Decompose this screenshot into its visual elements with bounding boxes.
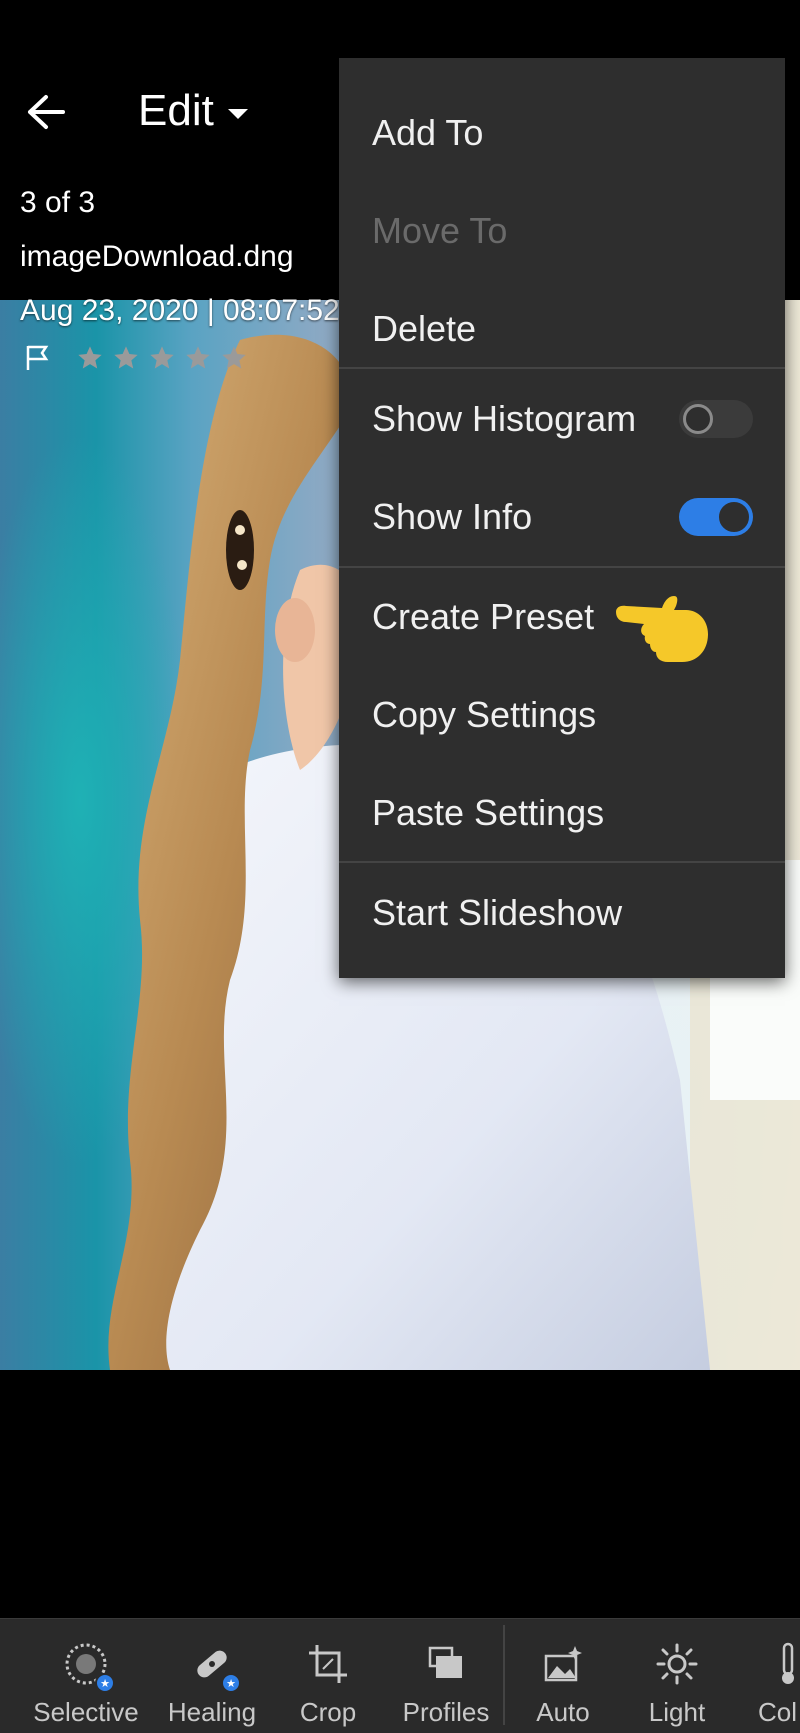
star-icon (186, 346, 210, 369)
tool-icon-wrap (421, 1639, 471, 1689)
tool-label: Col (758, 1697, 798, 1727)
menu-divider (339, 861, 785, 863)
menu-item-add-to[interactable]: Add To (339, 84, 785, 182)
star-icon (114, 346, 138, 369)
info-toggle[interactable] (679, 498, 753, 536)
menu-item-show-info[interactable]: Show Info (339, 468, 785, 566)
caret-down-icon (227, 109, 248, 119)
menu-item-label: Create Preset (372, 596, 595, 637)
menu-item-create-preset[interactable]: Create Preset (339, 568, 785, 666)
toggle-knob (683, 404, 713, 434)
crop-icon (309, 1645, 347, 1683)
rating-row (22, 342, 250, 374)
profiles-icon (428, 1646, 462, 1678)
photo-filename: imageDownload.dng (20, 240, 294, 273)
thermometer-icon (782, 1642, 794, 1684)
tool-auto[interactable]: Auto (530, 1619, 596, 1733)
star-icon (78, 346, 102, 369)
auto-icon (544, 1646, 582, 1682)
menu-item-start-slideshow[interactable]: Start Slideshow (339, 864, 785, 962)
menu-item-move-to: Move To (339, 182, 785, 280)
tool-label: Healing (167, 1697, 257, 1727)
menu-item-label: Show Info (372, 496, 533, 537)
tool-label: Auto (536, 1697, 590, 1727)
menu-item-label: Add To (372, 112, 484, 153)
menu-divider (339, 367, 785, 369)
premium-star-badge: ★ (221, 1673, 241, 1693)
overflow-menu: Add To Move To Delete Show Histogram Sho… (339, 58, 785, 978)
photo-count: 3 of 3 (20, 186, 96, 219)
edit-mode-dropdown[interactable]: Edit (138, 86, 248, 136)
pointing-hand-icon (616, 596, 708, 662)
menu-item-paste-settings[interactable]: Paste Settings (339, 764, 785, 862)
edit-toolbar: ★ Selective ★ Healing Crop Profiles Auto… (0, 1618, 800, 1733)
tool-icon-wrap (538, 1639, 588, 1689)
menu-item-label: Paste Settings (372, 792, 605, 833)
histogram-toggle[interactable] (679, 400, 753, 438)
flag-button[interactable] (22, 343, 52, 373)
tool-icon-wrap (758, 1639, 800, 1689)
flag-icon (26, 345, 49, 370)
tool-icon-wrap (652, 1639, 702, 1689)
tool-icon-wrap (303, 1639, 353, 1689)
star-5[interactable] (218, 342, 250, 374)
photo-datetime: Aug 23, 2020 | 08:07:52 (20, 294, 340, 327)
back-button[interactable] (22, 88, 70, 136)
menu-item-label: Start Slideshow (372, 892, 623, 933)
premium-star-badge: ★ (95, 1673, 115, 1693)
tool-label: Crop (299, 1697, 357, 1727)
tool-healing[interactable]: ★ Healing (160, 1619, 264, 1733)
toggle-knob (719, 502, 749, 532)
tool-label: Profiles (402, 1697, 490, 1727)
star-1[interactable] (74, 342, 106, 374)
tool-crop[interactable]: Crop (290, 1619, 366, 1733)
star-icon (222, 346, 246, 369)
page-title: Edit (138, 86, 214, 135)
tool-selective[interactable]: ★ Selective (28, 1619, 144, 1733)
menu-item-label: Copy Settings (372, 694, 597, 735)
star-2[interactable] (110, 342, 142, 374)
tool-label: Selective (33, 1697, 139, 1727)
star-3[interactable] (146, 342, 178, 374)
toolbar-separator (503, 1625, 505, 1725)
menu-item-label: Move To (372, 210, 508, 251)
star-4[interactable] (182, 342, 214, 374)
menu-item-label: Show Histogram (372, 398, 637, 439)
tool-icon-wrap: ★ (61, 1639, 115, 1693)
tool-profiles[interactable]: Profiles (398, 1619, 494, 1733)
menu-item-copy-settings[interactable]: Copy Settings (339, 666, 785, 764)
tool-icon-wrap: ★ (187, 1639, 241, 1693)
star-icon (150, 346, 174, 369)
menu-item-show-histogram[interactable]: Show Histogram (339, 370, 785, 468)
sun-icon (656, 1643, 698, 1685)
tool-light[interactable]: Light (640, 1619, 714, 1733)
tool-color[interactable]: Col (758, 1619, 800, 1733)
menu-item-label: Delete (372, 308, 477, 349)
tool-label: Light (648, 1697, 706, 1727)
menu-item-delete[interactable]: Delete (339, 280, 785, 378)
arrow-left-icon (28, 95, 65, 129)
